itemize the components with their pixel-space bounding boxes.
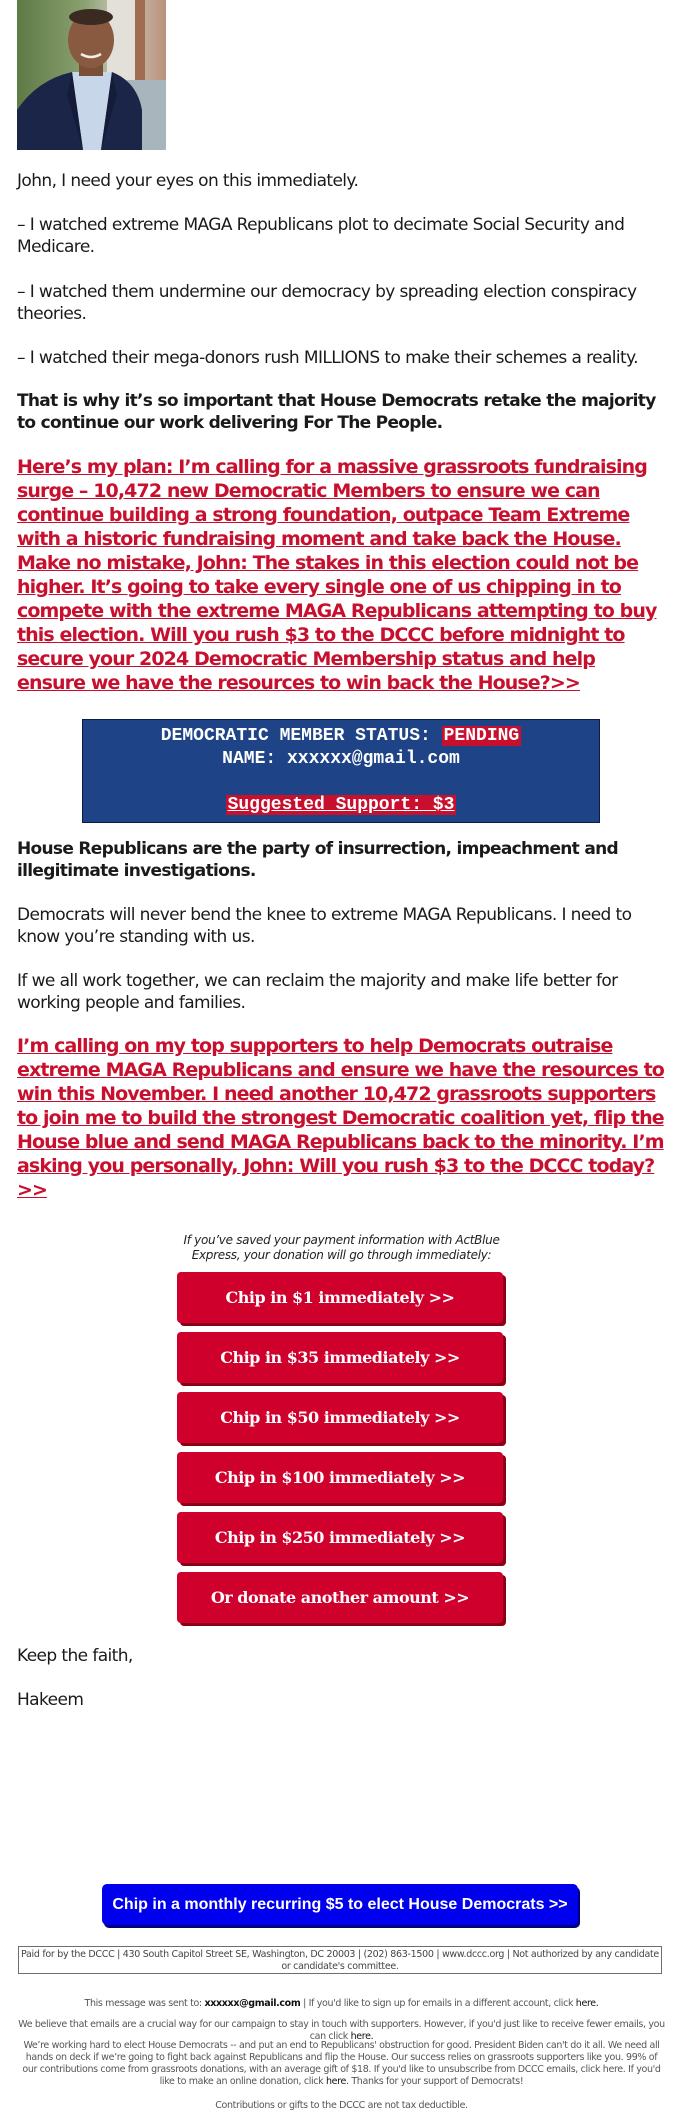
fewer-emails-text: We believe that emails are a crucial way…: [18, 2019, 665, 2042]
sender-photo: [17, 0, 166, 150]
status-line: DEMOCRATIC MEMBER STATUS: PENDING: [83, 725, 599, 748]
sent-to-email: xxxxxx@gmail.com: [204, 1998, 301, 2009]
actblue-note: If you’ve saved your payment information…: [183, 1233, 500, 1262]
supporters-donate-link[interactable]: I’m calling on my top supporters to help…: [17, 1034, 667, 1202]
online-donation-link[interactable]: here: [326, 2076, 346, 2087]
name-line: NAME: xxxxxx@gmail.com: [83, 748, 599, 771]
suggested-line: Suggested Support: $3: [83, 794, 599, 817]
suggested-support-link[interactable]: Suggested Support: $3: [225, 795, 457, 815]
closing: Keep the faith,: [17, 1646, 133, 1666]
sent-to-line: This message was sent to: xxxxxx@gmail.c…: [10, 1998, 673, 2010]
tax-notice: Contributions or gifts to the DCCC are n…: [215, 2100, 468, 2111]
paid-for-disclaimer: Paid for by the DCCC | 430 South Capitol…: [18, 1946, 662, 1974]
signature: Hakeem: [17, 1690, 84, 1710]
bullet-democracy: – I watched them undermine our democracy…: [17, 282, 637, 324]
chip-in-250-button[interactable]: Chip in $250 immediately >>: [177, 1512, 503, 1563]
sent-to-suffix: | If you'd like to sign up for emails in…: [303, 1998, 574, 2009]
sent-to-prefix: This message was sent to:: [84, 1998, 203, 2009]
member-status-box[interactable]: DEMOCRATIC MEMBER STATUS: PENDING NAME: …: [82, 719, 600, 823]
status-label: DEMOCRATIC MEMBER STATUS:: [160, 726, 431, 746]
bold-statement-2: House Republicans are the party of insur…: [17, 839, 619, 881]
paragraph-work-together: If we all work together, we can reclaim …: [17, 971, 618, 1013]
plan-donate-link[interactable]: Here’s my plan: I’m calling for a massiv…: [17, 455, 667, 695]
greeting: John, I need your eyes on this immediate…: [17, 171, 359, 191]
chip-in-35-button[interactable]: Chip in $35 immediately >>: [177, 1332, 503, 1383]
name-label: NAME:: [222, 749, 277, 769]
name-value: xxxxxx@gmail.com: [287, 749, 460, 769]
chip-in-1-button[interactable]: Chip in $1 immediately >>: [177, 1272, 503, 1323]
chip-in-100-button[interactable]: Chip in $100 immediately >>: [177, 1452, 503, 1503]
monthly-recurring-button[interactable]: Chip in a monthly recurring $5 to elect …: [102, 1884, 578, 1925]
working-hard-paragraph: We’re working hard to elect House Democr…: [20, 2040, 663, 2088]
thanks-text: . Thanks for your support of Democrats!: [346, 2076, 524, 2087]
bold-statement: That is why it’s so important that House…: [17, 391, 656, 433]
chip-in-50-button[interactable]: Chip in $50 immediately >>: [177, 1392, 503, 1443]
different-account-link[interactable]: here.: [576, 1998, 599, 2009]
bullet-social-security: – I watched extreme MAGA Republicans plo…: [17, 215, 625, 257]
status-badge: PENDING: [441, 726, 522, 746]
bullet-mega-donors: – I watched their mega-donors rush MILLI…: [17, 348, 639, 368]
donate-other-amount-button[interactable]: Or donate another amount >>: [177, 1572, 503, 1623]
portrait-image: [17, 0, 166, 150]
paragraph-never-bend: Democrats will never bend the knee to ex…: [17, 905, 632, 947]
